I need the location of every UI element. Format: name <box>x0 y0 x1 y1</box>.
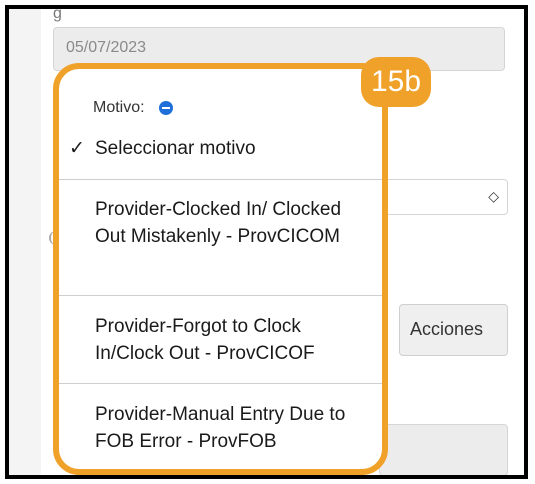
option-provcicof[interactable]: Provider-Forgot to Clock In/Clock Out - … <box>59 313 382 367</box>
option-label: Provider-Manual Entry Due to FOB Error -… <box>95 404 346 452</box>
left-edge <box>9 9 41 475</box>
acciones-button-label: Acciones <box>410 319 484 339</box>
acciones-button[interactable]: Acciones <box>399 304 508 356</box>
option-seleccionar-motivo[interactable]: ✓ Seleccionar motivo <box>59 135 382 162</box>
date-value: 05/07/2023 <box>66 39 147 56</box>
divider <box>59 295 382 296</box>
option-label: Provider-Forgot to Clock In/Clock Out - … <box>95 316 315 364</box>
step-badge: 15b <box>361 57 431 107</box>
dropdown-header: Motivo: <box>93 99 173 117</box>
checkmark-icon: ✓ <box>69 138 85 159</box>
divider <box>59 179 382 180</box>
option-label: Provider-Clocked In/ Clocked Out Mistake… <box>95 199 342 247</box>
motivo-select[interactable]: ◇ <box>379 179 508 215</box>
option-label: Seleccionar motivo <box>95 138 256 159</box>
step-badge-label: 15b <box>370 65 422 98</box>
divider <box>59 383 382 384</box>
select-arrows-icon: ◇ <box>488 188 499 204</box>
date-field-label: g <box>53 5 62 22</box>
bottom-field[interactable] <box>379 424 508 475</box>
option-provfob[interactable]: Provider-Manual Entry Due to FOB Error -… <box>59 401 382 455</box>
minus-circle-icon <box>158 101 173 115</box>
option-provcicom[interactable]: Provider-Clocked In/ Clocked Out Mistake… <box>59 196 382 250</box>
motivo-label: Motivo: <box>93 99 145 116</box>
motivo-dropdown[interactable]: Motivo: ✓ Seleccionar motivo Provider-Cl… <box>53 63 388 475</box>
